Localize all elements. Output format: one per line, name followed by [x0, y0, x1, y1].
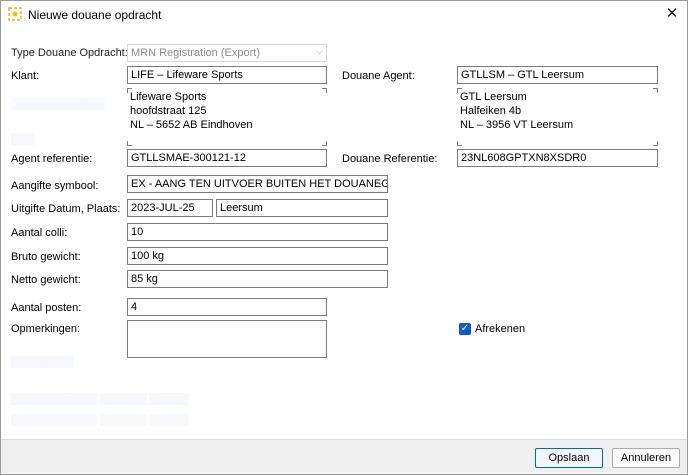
- colli-label: Aantal colli:: [11, 227, 68, 239]
- agent-label: Douane Agent:: [342, 70, 415, 82]
- ghost-text: ▒▒▒▒▒▒▒▒▒▒▒▒: [11, 98, 105, 110]
- dialog-window: Nieuwe douane opdracht ✕ ▒▒▒▒▒▒▒▒▒▒▒▒ ▒▒…: [0, 0, 688, 475]
- corner-mark: [322, 88, 327, 93]
- title-bar: Nieuwe douane opdracht ✕: [1, 1, 687, 29]
- agent-address-line: Halfeiken 4b: [460, 105, 522, 117]
- bruto-value: 100 kg: [131, 250, 165, 262]
- type-value: MRN Registration (Export): [131, 47, 260, 59]
- uitgifte-label: Uitgifte Datum, Plaats:: [11, 203, 121, 215]
- aangifte-label: Aangifte symbool:: [11, 180, 99, 192]
- aangifte-value: EX - AANG TEN UITVOER BUITEN HET DOUANEG…: [131, 178, 387, 190]
- uitgifte-date-value: 2023-JUL-25: [131, 202, 195, 214]
- colli-input[interactable]: 10: [127, 223, 388, 241]
- aangifte-combobox[interactable]: EX - AANG TEN UITVOER BUITEN HET DOUANEG…: [127, 175, 388, 193]
- chevron-down-icon: ⌵: [376, 177, 384, 188]
- corner-mark: [457, 141, 462, 146]
- uitgifte-place-value: Leersum: [220, 202, 263, 214]
- save-button[interactable]: Opslaan: [535, 448, 603, 468]
- uitgifte-date-input[interactable]: 2023-JUL-25: [127, 199, 213, 217]
- douane-ref-input[interactable]: 23NL608GPTXN8XSDR0: [457, 149, 658, 167]
- opmerkingen-textarea[interactable]: [127, 320, 327, 358]
- agent-input[interactable]: GTLLSM – GTL Leersum: [457, 66, 658, 84]
- douane-ref-label: Douane Referentie:: [342, 153, 438, 165]
- type-combobox: MRN Registration (Export) ⌵: [127, 44, 327, 62]
- cancel-button[interactable]: Annuleren: [612, 448, 680, 468]
- close-icon[interactable]: ✕: [661, 4, 683, 24]
- ghost-text: ▒▒▒: [11, 133, 35, 145]
- klant-address-line: NL – 5652 AB Eindhoven: [130, 119, 253, 131]
- posten-value: 4: [131, 301, 138, 313]
- klant-address-box: Lifeware Sports hoofdstraat 125 NL – 565…: [127, 88, 327, 146]
- agent-ref-input[interactable]: GTLLSMAE-300121-12: [127, 149, 327, 167]
- klant-input[interactable]: LIFE – Lifeware Sports: [127, 66, 327, 84]
- window-title: Nieuwe douane opdracht: [28, 8, 162, 22]
- bruto-input[interactable]: 100 kg: [127, 247, 388, 265]
- klant-address-line: Lifeware Sports: [130, 91, 207, 103]
- agent-value: GTLLSM – GTL Leersum: [461, 69, 585, 81]
- uitgifte-place-input[interactable]: Leersum: [216, 199, 388, 217]
- posten-label: Aantal posten:: [11, 302, 82, 314]
- agent-address-line: GTL Leersum: [460, 91, 527, 103]
- opmerkingen-label: Opmerkingen:: [11, 323, 81, 335]
- dialog-footer: Opslaan Annuleren: [1, 439, 687, 474]
- netto-value: 85 kg: [131, 273, 158, 285]
- corner-mark: [457, 88, 462, 93]
- douane-ref-value: 23NL608GPTXN8XSDR0: [461, 152, 587, 164]
- corner-mark: [127, 88, 132, 93]
- corner-mark: [127, 141, 132, 146]
- type-label: Type Douane Opdracht:: [11, 47, 128, 59]
- corner-mark: [653, 141, 658, 146]
- agent-address-box: GTL Leersum Halfeiken 4b NL – 3956 VT Le…: [457, 88, 658, 146]
- afrekenen-checkbox[interactable]: ✓: [459, 323, 471, 335]
- corner-mark: [322, 141, 327, 146]
- app-logo-icon: [8, 7, 22, 21]
- netto-input[interactable]: 85 kg: [127, 270, 388, 288]
- posten-input[interactable]: 4: [127, 298, 327, 316]
- afrekenen-label: Afrekenen: [475, 323, 526, 335]
- ghost-text: ▒▒▒▒▒▒▒▒▒▒▒ ▒▒▒▒▒▒ ▒▒▒▒▒: [11, 393, 189, 405]
- bruto-label: Bruto gewicht:: [11, 251, 81, 263]
- klant-label: Klant:: [11, 70, 40, 82]
- netto-label: Netto gewicht:: [11, 274, 81, 286]
- klant-address-line: hoofdstraat 125: [130, 105, 207, 117]
- ghost-text: ▒▒▒▒▒▒▒▒: [11, 356, 74, 368]
- agent-ref-label: Agent referentie:: [11, 153, 93, 165]
- colli-value: 10: [131, 226, 144, 238]
- ghost-text: ▒▒▒▒▒▒▒▒▒▒▒ ▒▒▒▒▒▒ ▒▒▒▒▒: [11, 414, 189, 426]
- corner-mark: [653, 88, 658, 93]
- agent-address-line: NL – 3956 VT Leersum: [460, 119, 574, 131]
- agent-ref-value: GTLLSMAE-300121-12: [131, 152, 246, 164]
- klant-value: LIFE – Lifeware Sports: [131, 69, 243, 81]
- chevron-down-icon: ⌵: [315, 46, 323, 57]
